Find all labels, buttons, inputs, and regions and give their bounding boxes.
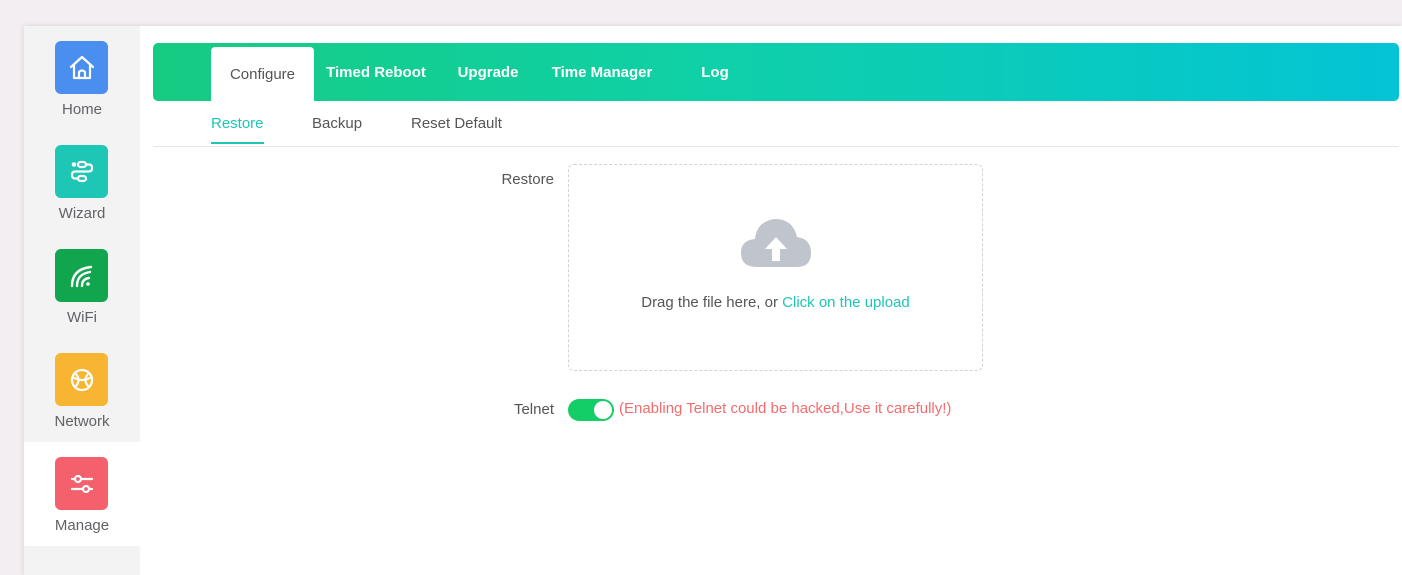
sidebar-item-network[interactable]: Network <box>24 338 140 442</box>
cloud-upload-icon <box>739 213 813 273</box>
tab-time-manager[interactable]: Time Manager <box>549 43 655 101</box>
sub-nav: Restore Backup Reset Default <box>153 101 1399 147</box>
tab-upgrade[interactable]: Upgrade <box>451 43 525 101</box>
sidebar-item-wizard[interactable]: Wizard <box>24 130 140 234</box>
globe-icon <box>55 353 108 406</box>
sliders-icon <box>55 457 108 510</box>
toggle-knob <box>594 401 612 419</box>
upload-dropzone[interactable]: Drag the file here, or Click on the uplo… <box>568 164 983 371</box>
sidebar-item-wifi[interactable]: WiFi <box>24 234 140 338</box>
sidebar-item-home[interactable]: Home <box>24 26 140 130</box>
upload-hint: Drag the file here, or Click on the uplo… <box>569 294 982 311</box>
telnet-label: Telnet <box>513 401 554 418</box>
home-icon <box>55 41 108 94</box>
telnet-warning: (Enabling Telnet could be hacked,Use it … <box>619 400 952 417</box>
subtab-restore[interactable]: Restore <box>211 115 264 144</box>
main-panel: Configure Timed Reboot Upgrade Time Mana… <box>153 43 1399 573</box>
sidebar-item-label: WiFi <box>67 309 97 326</box>
sidebar-item-manage[interactable]: Manage <box>24 442 140 546</box>
sidebar-item-label: Network <box>54 413 110 430</box>
upload-link[interactable]: Click on the upload <box>782 294 910 311</box>
wifi-icon <box>55 249 108 302</box>
restore-label: Restore <box>501 171 554 188</box>
tab-timed-reboot[interactable]: Timed Reboot <box>323 43 429 101</box>
sidebar-item-label: Home <box>61 101 102 118</box>
telnet-toggle[interactable] <box>568 399 614 421</box>
sidebar: Home Wizard WiFi Network Manage <box>24 26 140 575</box>
top-nav: Configure Timed Reboot Upgrade Time Mana… <box>153 43 1399 101</box>
tab-log[interactable]: Log <box>695 43 735 101</box>
app-frame: Home Wizard WiFi Network Manage Configur… <box>24 26 1402 575</box>
sidebar-item-label: Manage <box>54 517 110 534</box>
subtab-reset-default[interactable]: Reset Default <box>411 115 502 142</box>
subtab-backup[interactable]: Backup <box>312 115 362 142</box>
tab-configure[interactable]: Configure <box>211 47 314 101</box>
upload-hint-text: Drag the file here, or <box>641 294 778 311</box>
route-icon <box>55 145 108 198</box>
sidebar-item-label: Wizard <box>58 205 106 222</box>
